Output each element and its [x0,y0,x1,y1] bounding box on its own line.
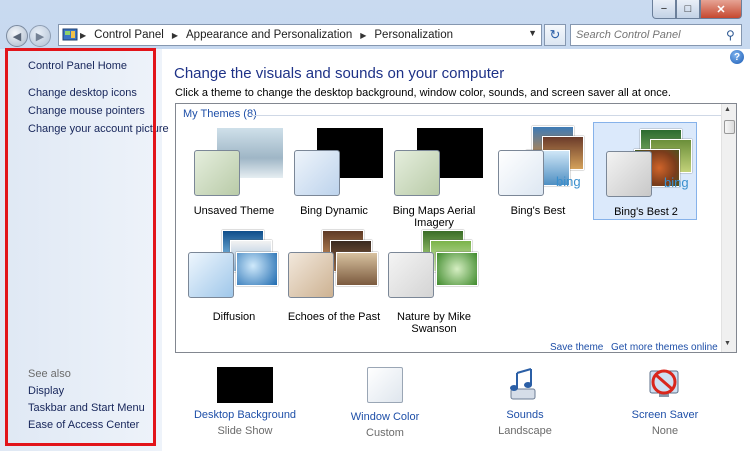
screen-saver-link[interactable]: Screen Saver [605,409,725,421]
address-dropdown-icon[interactable]: ▼ [528,28,537,38]
no-screensaver-icon [649,369,679,397]
theme-window-preview [294,150,340,196]
color-swatch-icon [367,367,403,403]
theme-bing-dynamic[interactable]: Bing Dynamic [282,124,386,220]
breadcrumb-control-panel[interactable]: Control Panel [88,29,170,41]
group-divider [251,115,721,116]
theme-window-preview [388,252,434,298]
theme-list[interactable]: My Themes (8) Unsaved Theme Bing Dynamic… [175,103,737,353]
theme-label: Diffusion [212,311,256,323]
get-more-themes-link[interactable]: Get more themes online [611,342,718,353]
search-box[interactable]: ⚲ [570,24,742,46]
theme-echoes-of-the-past[interactable]: Echoes of the Past [282,230,386,326]
minimize-button[interactable]: − [652,0,676,19]
desktop-background-setting[interactable]: Desktop Background Slide Show [185,367,305,437]
window-color-link[interactable]: Window Color [325,411,445,423]
back-arrow-icon: ◀ [12,30,22,43]
window-controls: − □ ✕ [652,0,742,19]
page-subtitle: Click a theme to change the desktop back… [175,87,671,99]
navigation-bar: ◀ ▶ ▶ Control Panel ▶ Appearance and Per… [0,22,750,48]
title-bar: − □ ✕ [0,0,750,22]
sounds-setting[interactable]: Sounds Landscape [465,367,585,437]
breadcrumb-arrow-icon: ▶ [80,30,87,40]
window-color-value: Custom [366,427,404,439]
window-color-setting[interactable]: Window Color Custom [325,367,445,439]
music-notes-icon [510,368,536,400]
screen-saver-setting[interactable]: Screen Saver None [605,367,725,437]
highlight-box [5,48,156,446]
scroll-down-icon[interactable]: ▼ [724,340,731,347]
theme-thumbnail [236,252,278,286]
window-frame: − □ ✕ ◀ ▶ ▶ Control Panel ▶ Appearance a… [0,0,750,451]
theme-label: Bing's Best [510,205,566,217]
sidebar: Control Panel Home Change desktop icons … [0,48,169,451]
breadcrumb-arrow-icon: ▶ [171,30,178,40]
forward-button[interactable]: ▶ [29,25,51,47]
sounds-value: Landscape [498,425,552,437]
theme-nature-mike-swanson[interactable]: Nature by Mike Swanson [382,230,486,335]
theme-label: Unsaved Theme [193,205,275,217]
theme-bings-best[interactable]: bing Bing's Best [486,124,590,220]
scroll-up-icon[interactable]: ▲ [724,106,731,113]
save-theme-link[interactable]: Save theme [550,342,603,353]
theme-window-preview [606,151,652,197]
theme-window-preview [188,252,234,298]
refresh-button[interactable]: ↻ [544,24,566,46]
bing-logo: bing [556,174,581,189]
content-area: Control Panel Home Change desktop icons … [0,48,750,451]
black-swatch-icon [217,367,273,403]
page-title: Change the visuals and sounds on your co… [174,65,505,82]
refresh-icon: ↻ [549,27,561,42]
theme-bings-best-2[interactable]: bing Bing's Best 2 [593,122,697,220]
close-button[interactable]: ✕ [700,0,742,19]
forward-arrow-icon: ▶ [35,30,45,43]
theme-label: Bing Maps Aerial Imagery [392,205,476,229]
sounds-link[interactable]: Sounds [465,409,585,421]
theme-window-preview [498,150,544,196]
theme-window-preview [194,150,240,196]
address-bar[interactable]: ▶ Control Panel ▶ Appearance and Persona… [58,24,542,46]
theme-thumbnail [336,252,378,286]
maximize-button[interactable]: □ [676,0,700,19]
theme-thumbnail [436,252,478,286]
back-button[interactable]: ◀ [6,25,28,47]
theme-label: Echoes of the Past [287,311,381,323]
scrollbar-thumb[interactable] [724,120,735,134]
search-input[interactable] [571,28,726,42]
desktop-background-link[interactable]: Desktop Background [185,409,305,421]
breadcrumb-appearance[interactable]: Appearance and Personalization [180,29,358,41]
theme-label: Bing's Best 2 [614,206,678,218]
theme-label: Nature by Mike Swanson [397,311,471,335]
desktop-background-value: Slide Show [217,425,273,437]
search-icon[interactable]: ⚲ [726,28,735,42]
theme-window-preview [394,150,440,196]
help-button[interactable]: ? [730,50,744,64]
breadcrumb-arrow-icon: ▶ [360,30,367,40]
theme-diffusion[interactable]: Diffusion [182,230,286,326]
theme-bing-maps[interactable]: Bing Maps Aerial Imagery [382,124,486,229]
screen-saver-value: None [651,425,679,437]
bing-logo: bing [664,175,689,190]
theme-label: Bing Dynamic [300,205,368,217]
breadcrumb-personalization[interactable]: Personalization [368,29,459,41]
theme-window-preview [288,252,334,298]
theme-unsaved[interactable]: Unsaved Theme [182,124,286,220]
control-panel-icon [62,28,78,41]
theme-list-scrollbar[interactable]: ▲ ▼ [721,104,736,352]
group-header-my-themes[interactable]: My Themes (8) [183,108,257,120]
